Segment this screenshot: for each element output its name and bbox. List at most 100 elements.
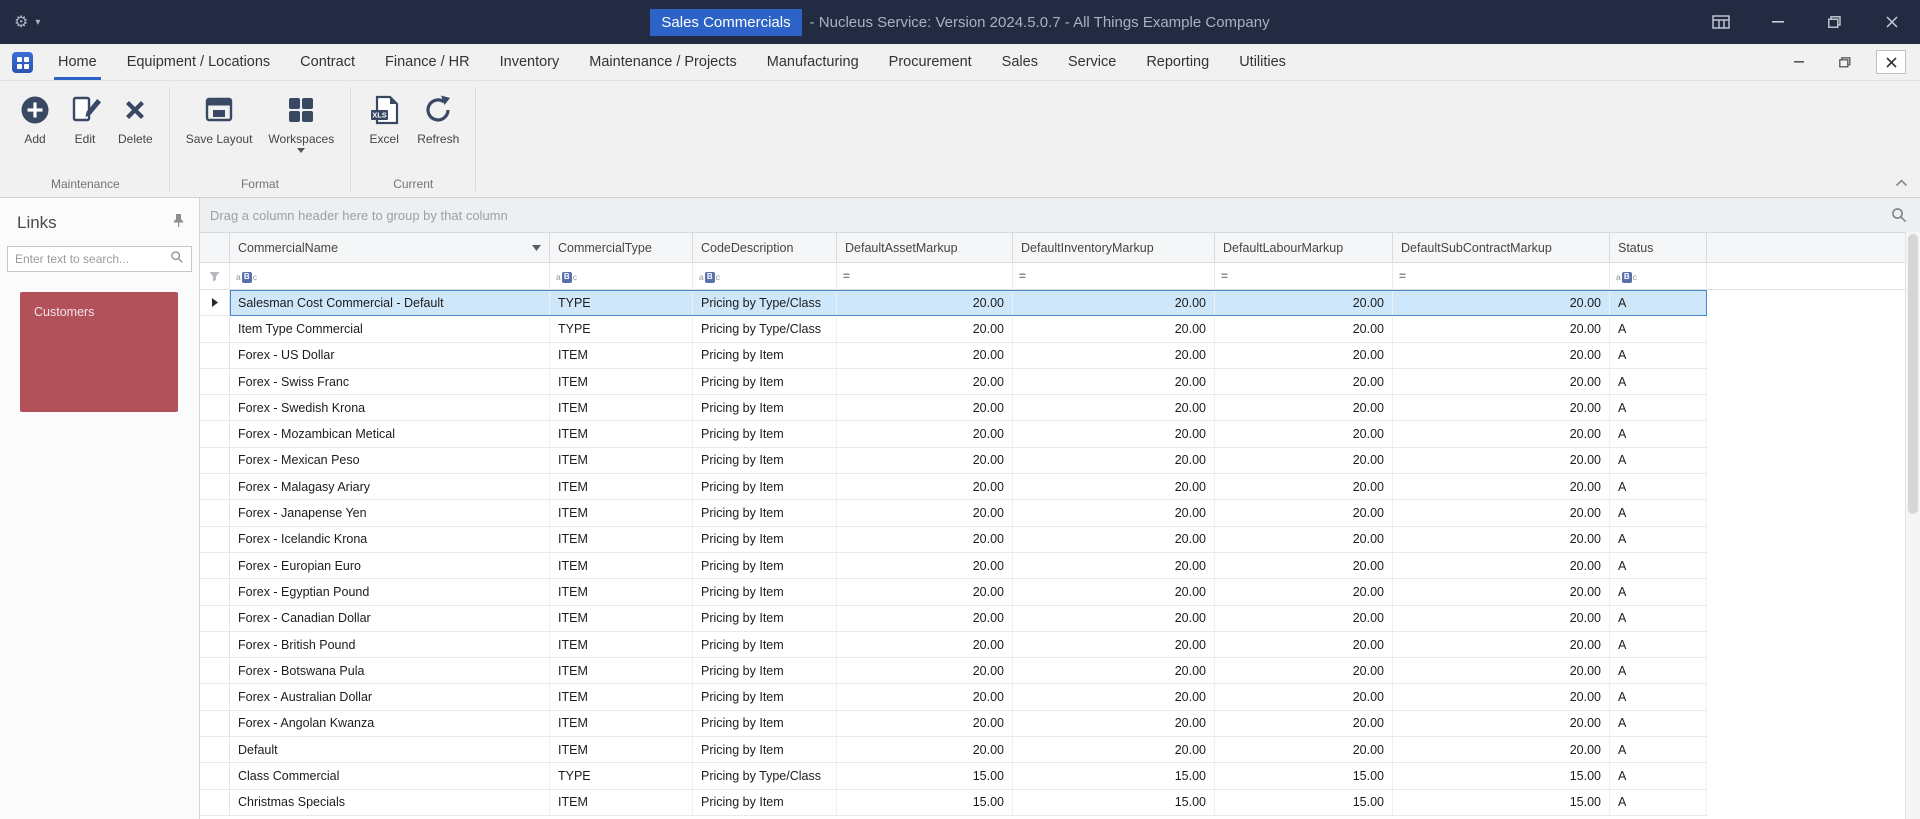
grid-row[interactable]: Forex - US Dollar ITEM Pricing by Item 20.0… [200, 342, 1920, 369]
column-header-status[interactable]: Status [1610, 233, 1707, 262]
grid-cell[interactable]: Pricing by Item [693, 395, 837, 422]
group-by-panel[interactable]: Drag a column header here to group by th… [200, 198, 1920, 232]
grid-cell[interactable]: Pricing by Item [693, 342, 837, 369]
grid-cell[interactable]: Christmas Specials [230, 789, 550, 816]
workspaces-button[interactable]: Workspaces [260, 88, 342, 156]
grid-cell[interactable]: TYPE [550, 763, 693, 790]
grid-cell[interactable]: ITEM [550, 605, 693, 632]
grid-cell[interactable]: 20.00 [1013, 658, 1215, 685]
grid-cell[interactable]: 20.00 [837, 500, 1013, 527]
grid-cell[interactable]: Class Commercial [230, 763, 550, 790]
row-indicator[interactable] [200, 605, 230, 632]
grid-cell[interactable]: Pricing by Item [693, 631, 837, 659]
row-indicator[interactable] [200, 342, 230, 369]
grid-cell[interactable]: Forex - Icelandic Krona [230, 526, 550, 553]
grid-cell[interactable]: 20.00 [837, 474, 1013, 501]
mdi-restore-button[interactable] [1830, 50, 1860, 74]
filter-funnel-icon[interactable] [200, 263, 230, 289]
grid-row[interactable]: Forex - Icelandic Krona ITEM Pricing by It… [200, 526, 1920, 553]
grid-cell[interactable]: A [1610, 579, 1707, 606]
grid-cell[interactable]: 20.00 [1013, 474, 1215, 501]
filter-cell-status[interactable]: aBc [1610, 263, 1707, 289]
row-indicator[interactable] [200, 316, 230, 343]
grid-cell[interactable]: A [1610, 684, 1707, 711]
grid-row[interactable]: Forex - Swedish Krona ITEM Pricing by Item… [200, 395, 1920, 422]
grid-cell[interactable]: 15.00 [1393, 763, 1610, 790]
grid-cell[interactable]: Pricing by Item [693, 368, 837, 396]
grid-cell[interactable]: A [1610, 474, 1707, 501]
row-indicator[interactable] [200, 500, 230, 527]
grid-cell[interactable]: A [1610, 500, 1707, 527]
grid-cell[interactable]: A [1610, 763, 1707, 790]
grid-cell[interactable]: 15.00 [837, 789, 1013, 816]
row-indicator[interactable] [200, 290, 230, 317]
grid-cell[interactable]: 20.00 [1215, 421, 1393, 448]
grid-cell[interactable]: 20.00 [1215, 368, 1393, 396]
column-header-defaultinventorymarkup[interactable]: DefaultInventoryMarkup [1013, 233, 1215, 262]
row-indicator[interactable] [200, 684, 230, 711]
grid-cell[interactable]: A [1610, 789, 1707, 816]
grid-cell[interactable]: 20.00 [837, 579, 1013, 606]
grid-cell[interactable]: ITEM [550, 526, 693, 553]
grid-cell[interactable]: 20.00 [1393, 684, 1610, 711]
row-indicator[interactable] [200, 526, 230, 553]
grid-cell[interactable]: 20.00 [1215, 605, 1393, 632]
grid-cell[interactable]: ITEM [550, 447, 693, 475]
delete-button[interactable]: Delete [110, 88, 161, 149]
close-button[interactable] [1863, 0, 1920, 44]
app-menu-icon[interactable]: ⚙ [14, 12, 28, 32]
grid-cell[interactable]: Forex - US Dollar [230, 342, 550, 369]
grid-cell[interactable]: 15.00 [837, 763, 1013, 790]
grid-cell[interactable]: Forex - Egyptian Pound [230, 579, 550, 606]
grid-cell[interactable]: 20.00 [837, 605, 1013, 632]
column-header-codedescription[interactable]: CodeDescription [693, 233, 837, 262]
grid-cell[interactable]: Default [230, 737, 550, 764]
grid-cell[interactable]: 20.00 [1215, 684, 1393, 711]
grid-cell[interactable]: 20.00 [1013, 605, 1215, 632]
grid-cell[interactable]: A [1610, 631, 1707, 659]
grid-cell[interactable]: 20.00 [837, 684, 1013, 711]
grid-cell[interactable]: A [1610, 342, 1707, 369]
grid-cell[interactable]: 20.00 [1393, 290, 1610, 317]
grid-cell[interactable]: Pricing by Item [693, 710, 837, 738]
grid-cell[interactable]: 20.00 [1013, 710, 1215, 738]
save-layout-button[interactable]: Save Layout [178, 88, 261, 149]
row-indicator[interactable] [200, 474, 230, 501]
tab-contract[interactable]: Contract [285, 44, 370, 80]
mdi-close-button[interactable] [1876, 50, 1906, 74]
grid-cell[interactable]: 20.00 [1215, 316, 1393, 343]
row-indicator[interactable] [200, 395, 230, 422]
grid-cell[interactable]: 20.00 [1393, 526, 1610, 553]
grid-cell[interactable]: 20.00 [837, 447, 1013, 475]
grid-cell[interactable]: 20.00 [1013, 631, 1215, 659]
grid-cell[interactable]: 20.00 [1393, 395, 1610, 422]
row-indicator[interactable] [200, 579, 230, 606]
row-indicator[interactable] [200, 631, 230, 659]
row-indicator[interactable] [200, 763, 230, 790]
row-indicator[interactable] [200, 552, 230, 580]
grid-cell[interactable]: 20.00 [1215, 710, 1393, 738]
grid-cell[interactable]: 20.00 [1393, 342, 1610, 369]
grid-cell[interactable]: Forex - Europian Euro [230, 552, 550, 580]
grid-cell[interactable]: ITEM [550, 684, 693, 711]
filter-cell-defaultlabourmarkup[interactable]: = [1215, 263, 1393, 289]
grid-cell[interactable]: Pricing by Item [693, 684, 837, 711]
grid-row[interactable]: Item Type Commercial TYPE Pricing by Type/… [200, 316, 1920, 343]
grid-cell[interactable]: Pricing by Item [693, 500, 837, 527]
vertical-scrollbar[interactable] [1905, 232, 1920, 819]
grid-cell[interactable]: Pricing by Item [693, 737, 837, 764]
column-header-commercialname[interactable]: CommercialName [230, 233, 550, 262]
grid-cell[interactable]: A [1610, 290, 1707, 317]
grid-cell[interactable]: 20.00 [837, 342, 1013, 369]
row-indicator[interactable] [200, 710, 230, 738]
grid-row[interactable]: Class Commercial TYPE Pricing by Type/Clas… [200, 763, 1920, 790]
grid-cell[interactable]: 15.00 [1215, 789, 1393, 816]
grid-cell[interactable]: 20.00 [837, 710, 1013, 738]
links-search-input[interactable] [15, 252, 170, 266]
grid-cell[interactable]: A [1610, 395, 1707, 422]
grid-cell[interactable]: 20.00 [1013, 316, 1215, 343]
grid-cell[interactable]: ITEM [550, 631, 693, 659]
grid-row[interactable]: Forex - Canadian Dollar ITEM Pricing by It… [200, 605, 1920, 632]
maximize-button[interactable] [1806, 0, 1863, 44]
add-button[interactable]: Add [10, 88, 60, 149]
